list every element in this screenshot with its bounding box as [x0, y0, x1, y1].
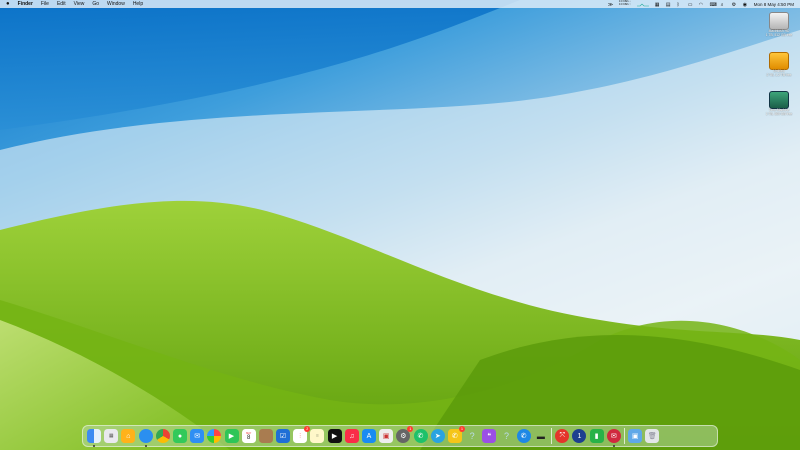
desktop-icon-macintosh-hd[interactable]: Macintosh HD 1 TB, 512 GB free — [758, 12, 800, 38]
keyboard-icon[interactable]: ⌨ — [710, 2, 717, 8]
dock-separator — [551, 428, 553, 444]
menu-window[interactable]: Window — [107, 0, 125, 8]
system-settings-icon[interactable]: ⚙ 1 — [396, 426, 414, 443]
tasks-icon[interactable]: ☑ — [276, 429, 291, 443]
control-center-icon[interactable]: ⚙ — [732, 2, 737, 8]
wifi-icon[interactable]: ◠ — [699, 2, 704, 8]
dock-separator — [624, 428, 625, 444]
app-menu-finder[interactable]: Finder — [18, 0, 33, 8]
activity-monitor-icon[interactable]: ▮ — [589, 429, 604, 443]
app-store-icon[interactable]: A — [362, 429, 376, 443]
messages-icon[interactable]: ● — [172, 429, 187, 443]
siri-icon[interactable]: ◉ — [743, 2, 748, 8]
safari-icon[interactable] — [138, 429, 153, 447]
mail-icon[interactable]: ✉ — [190, 429, 205, 443]
chrome-icon[interactable] — [155, 429, 170, 443]
menu-help[interactable]: Help — [133, 0, 143, 8]
menu-clock[interactable]: Mon 8 May 4:50 PM — [754, 2, 794, 7]
menu-go[interactable]: Go — [92, 0, 99, 8]
battery-icon[interactable]: ▭ — [688, 2, 693, 8]
home-icon[interactable]: ⌂ — [121, 429, 136, 443]
activity-graph-icon[interactable] — [636, 2, 649, 7]
menu-bar: ● Finder File Edit View Go Window Help ≫… — [0, 0, 800, 8]
menu-edit[interactable]: Edit — [57, 0, 66, 8]
whatsapp-icon[interactable]: ✆ 1 — [447, 426, 465, 443]
launchpad-icon[interactable]: ▦ — [104, 429, 119, 443]
bluetooth-icon[interactable]: ᛒ — [677, 2, 682, 8]
facetime-icon[interactable]: ▶ — [224, 429, 239, 443]
music-icon[interactable]: ♫ — [344, 429, 359, 443]
apple-tv-icon[interactable]: ▶ — [327, 429, 342, 443]
desktop-wallpaper — [0, 0, 800, 450]
dock: ▦ ⌂ ● ✉ ▶ MAY 8 ☑ ⋮ 2 ≡ ▶ ♫ A ▣ ⚙ 1 ✆ ➤ ✆ 1… — [82, 425, 718, 447]
telegram-icon[interactable]: ➤ — [430, 429, 445, 443]
trash-icon[interactable]: 🗑 — [645, 429, 660, 443]
photos-icon[interactable] — [207, 429, 222, 443]
search-icon[interactable]: ⌕ — [721, 2, 726, 8]
status-app-icon[interactable]: ≫ — [608, 2, 613, 8]
menu-file[interactable]: File — [41, 0, 49, 8]
running-indicator — [93, 445, 95, 447]
screenshots-folder-icon[interactable]: ▣ — [628, 429, 643, 443]
help-icon[interactable]: ? — [465, 429, 479, 443]
calendar-icon[interactable]: MAY 8 — [241, 429, 256, 443]
running-indicator — [144, 445, 147, 447]
menu-view[interactable]: View — [74, 0, 85, 8]
notes-icon[interactable]: ≡ — [310, 429, 325, 443]
menu-extras-icon[interactable]: ▤ — [666, 2, 671, 8]
time-machine-drive-icon — [769, 91, 789, 109]
mail-app-icon[interactable]: ✉ — [606, 429, 621, 447]
window-tiling-icon[interactable]: ▦ — [655, 2, 660, 8]
car-app-icon[interactable]: ▬ — [534, 429, 548, 443]
finder-icon[interactable] — [87, 429, 101, 447]
running-indicator — [612, 445, 615, 447]
desktop-icon-untitled[interactable]: Untitled 2 TB, 1.2 TB free — [758, 52, 800, 78]
direction-app-icon[interactable]: ⤧ — [555, 429, 570, 443]
reminders-icon[interactable]: ⋮ 2 — [293, 426, 311, 443]
chat-app-icon[interactable]: ❝ — [482, 429, 497, 443]
preview-icon[interactable]: ▣ — [379, 429, 394, 443]
hard-drive-icon — [769, 12, 789, 30]
whatsapp-web-icon[interactable]: ✆ — [413, 429, 428, 443]
1password-icon[interactable]: 1 — [572, 429, 587, 443]
network-stats[interactable]: 0.0 KB/s ↓ 0.0 KB/s ↑ — [619, 0, 631, 7]
phone-app-icon[interactable]: ✆ — [516, 429, 531, 443]
notes-brown-icon[interactable] — [258, 429, 273, 443]
desktop-icon-time-machine[interactable]: Time Machine 1 TB, 560 GB free — [758, 91, 800, 117]
external-drive-icon — [769, 52, 789, 70]
unknown-app-icon[interactable]: ? — [500, 429, 514, 443]
apple-menu-icon[interactable]: ● — [6, 0, 10, 8]
